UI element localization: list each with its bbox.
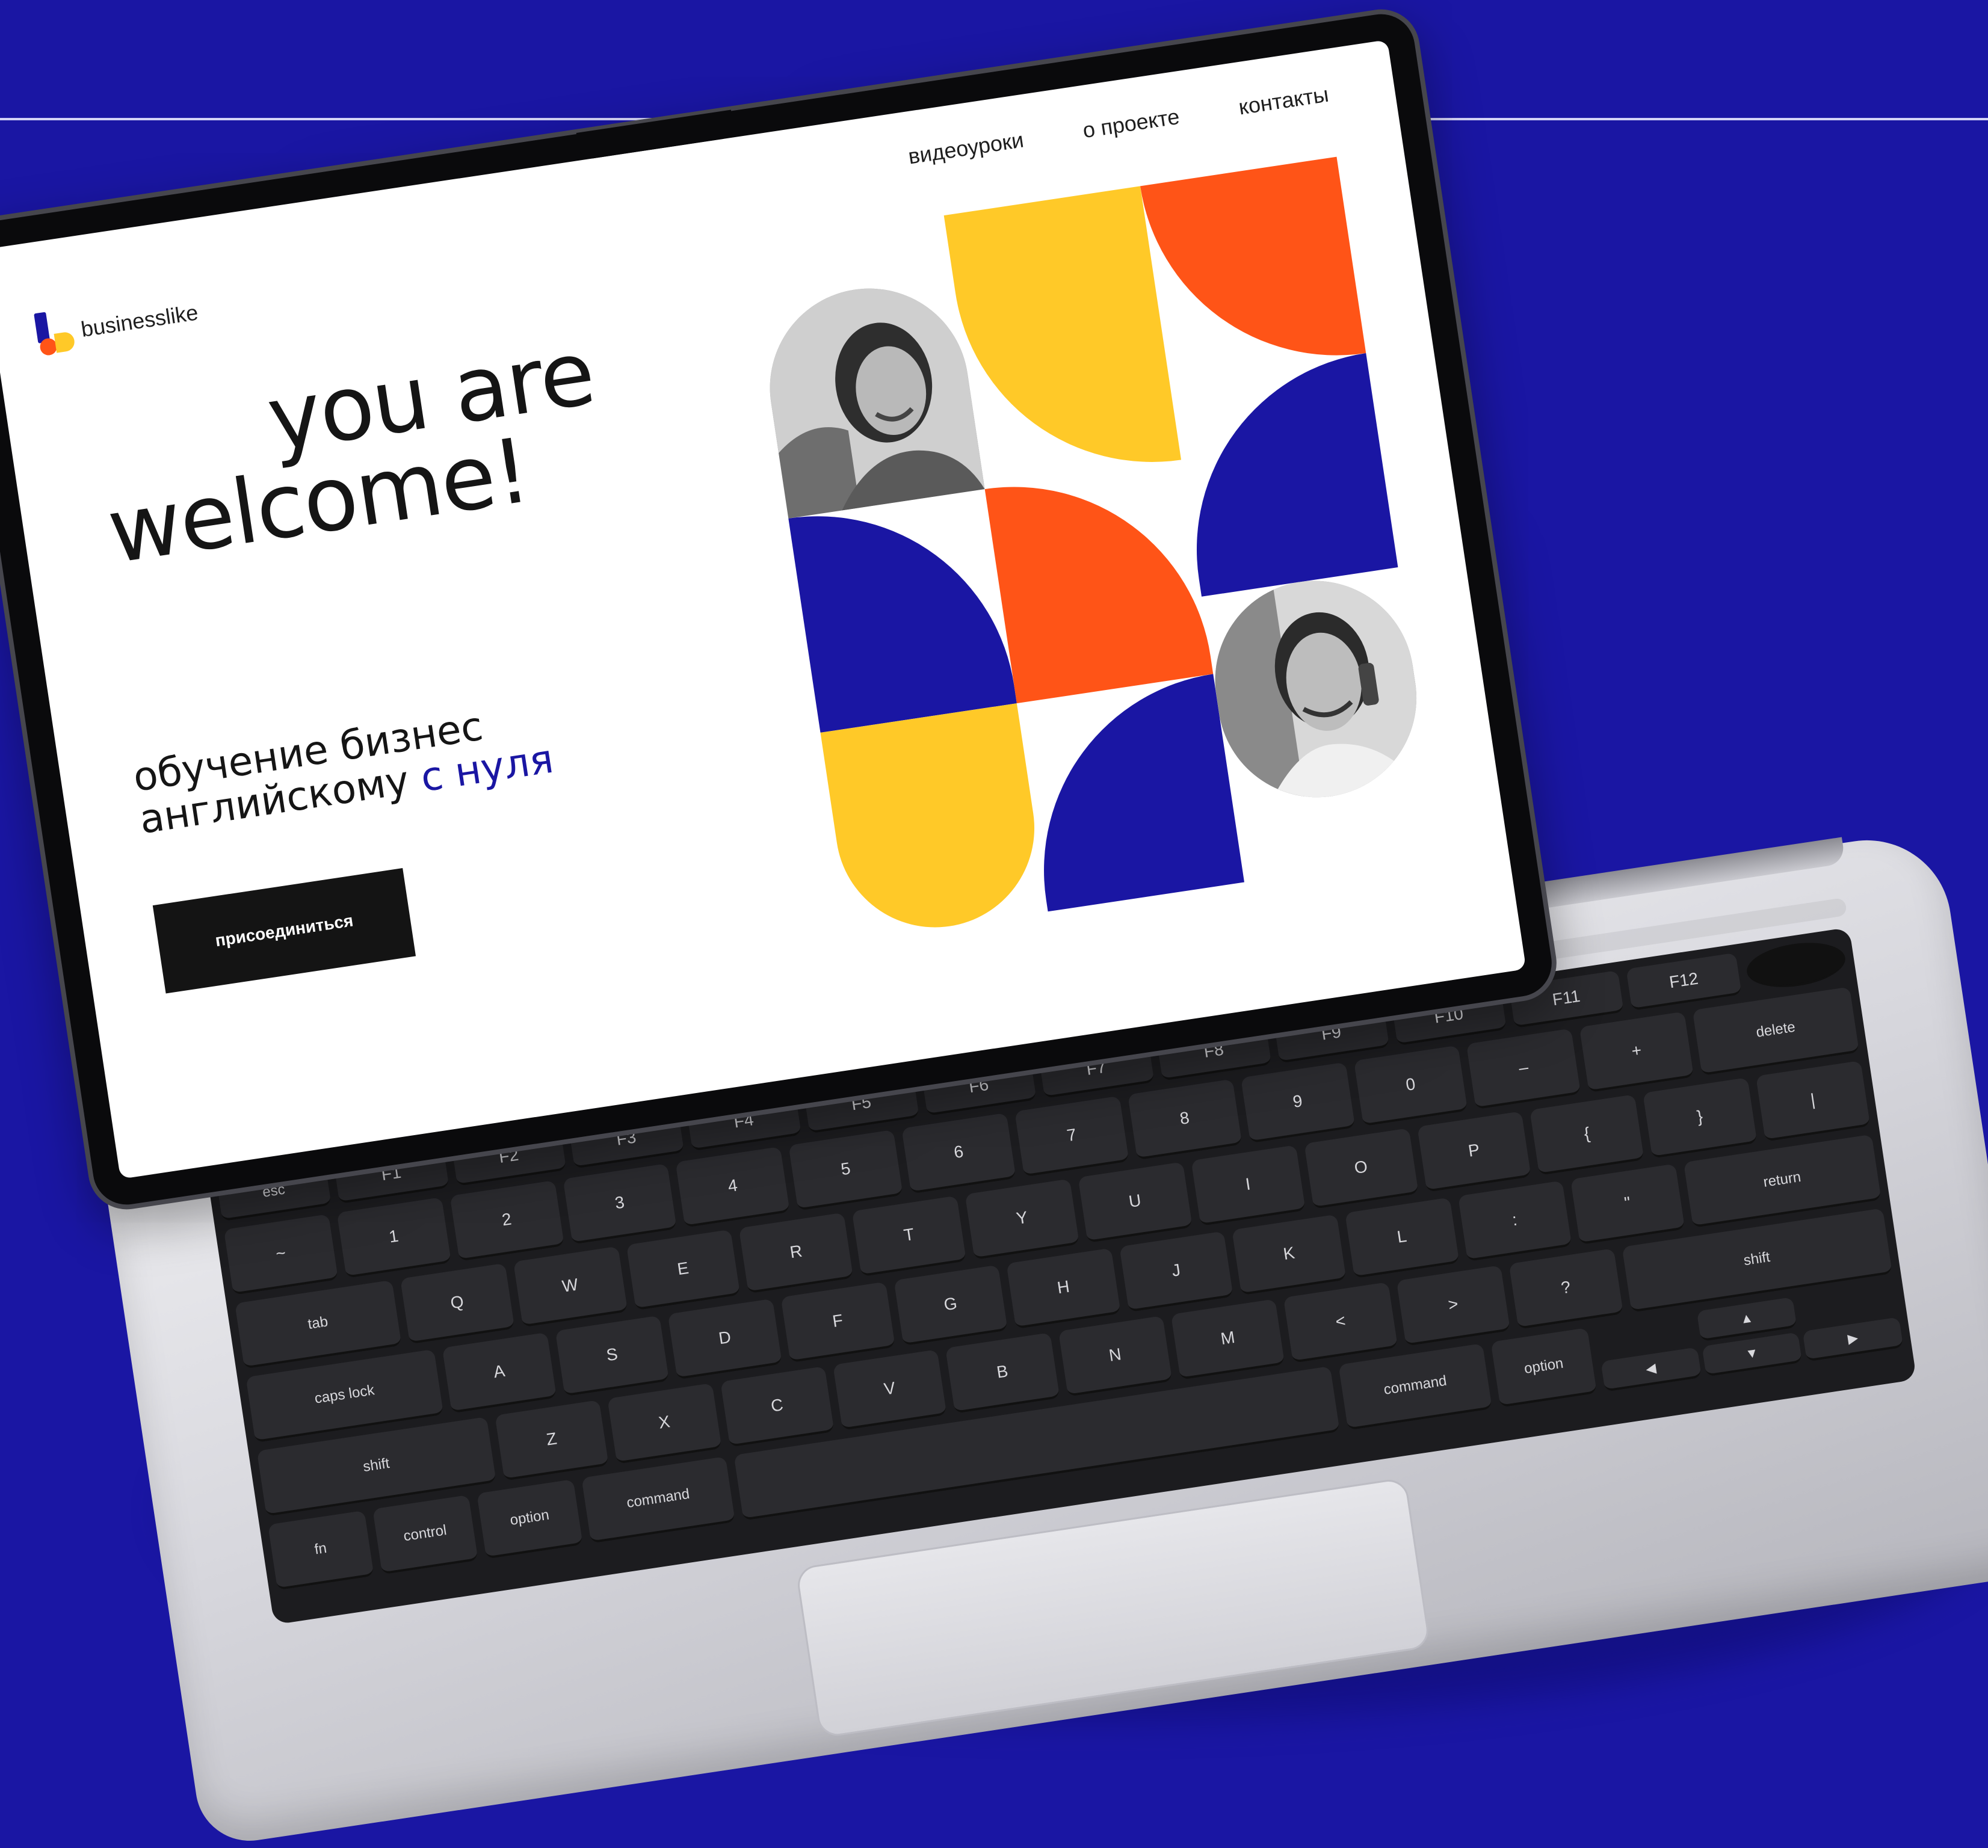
yellow-shape [943,186,1182,490]
key-question[interactable]: ? [1508,1248,1623,1329]
key-w[interactable]: W [513,1246,628,1328]
key-q[interactable]: Q [400,1263,515,1344]
blue-shape-right [1169,353,1398,597]
key-o[interactable]: O [1304,1128,1419,1210]
key-8[interactable]: 8 [1127,1079,1242,1160]
woman-photo [756,275,985,519]
key-6[interactable]: 6 [901,1112,1016,1194]
key-option-right[interactable]: option [1490,1328,1597,1408]
key-4[interactable]: 4 [675,1146,791,1228]
key-less-than[interactable]: < [1283,1282,1398,1363]
key-t[interactable]: T [851,1195,967,1277]
key-tilde[interactable]: ~ [223,1214,338,1295]
key-i[interactable]: I [1191,1145,1306,1227]
key-close-brace[interactable]: } [1643,1077,1758,1159]
key-minus[interactable]: – [1466,1028,1581,1110]
key-a[interactable]: A [442,1332,557,1414]
nav-item-about[interactable]: о проекте [1081,104,1181,143]
woman-photo-image [756,275,985,519]
key-f12[interactable]: F12 [1626,952,1742,1011]
key-0[interactable]: 0 [1353,1045,1468,1127]
key-k[interactable]: K [1232,1214,1347,1296]
key-f[interactable]: F [780,1281,895,1363]
key-l[interactable]: L [1345,1197,1460,1279]
key-1[interactable]: 1 [336,1197,451,1278]
hero-title: you are welcome! [90,321,612,584]
key-5[interactable]: 5 [788,1129,903,1211]
key-plus[interactable]: + [1579,1011,1694,1093]
site-logo[interactable]: businesslike [34,290,201,359]
key-9[interactable]: 9 [1240,1062,1355,1144]
key-p[interactable]: P [1416,1111,1532,1192]
man-photo [1202,567,1430,811]
key-quote[interactable]: " [1570,1163,1685,1245]
key-open-brace[interactable]: { [1530,1094,1644,1175]
laptop-screen: businesslike видеоуроки о проекте контак… [0,40,1526,1179]
yellow-shape-bottom [820,703,1048,941]
blue-shape-bottom [1016,674,1244,912]
key-2[interactable]: 2 [449,1180,564,1261]
man-photo-image [1202,567,1430,811]
key-control[interactable]: control [372,1494,478,1575]
key-command-left[interactable]: command [581,1456,736,1544]
key-m[interactable]: M [1170,1299,1285,1380]
key-delete[interactable]: delete [1692,987,1860,1076]
key-7[interactable]: 7 [1014,1095,1129,1177]
blue-shape-left [788,489,1017,733]
key-y[interactable]: Y [965,1178,1079,1260]
key-s[interactable]: S [555,1315,670,1397]
power-button[interactable] [1744,937,1848,993]
key-u[interactable]: U [1078,1162,1193,1243]
logo-mark-icon [34,309,76,359]
main-nav: видеоуроки о проекте контакты [907,82,1330,170]
key-g[interactable]: G [894,1264,1008,1346]
key-v[interactable]: V [833,1349,947,1431]
key-z[interactable]: Z [495,1400,609,1481]
key-c[interactable]: C [720,1366,835,1447]
nav-item-videolessons[interactable]: видеоуроки [907,127,1025,169]
logo-text: businesslike [79,300,200,342]
key-h[interactable]: H [1006,1248,1121,1329]
orange-shape-center [984,460,1214,704]
key-e[interactable]: E [626,1229,741,1311]
key-command-right[interactable]: command [1338,1343,1493,1431]
join-button[interactable]: присоединиться [152,868,416,994]
hero-mosaic [747,156,1440,941]
key-3[interactable]: 3 [563,1163,678,1245]
hero-subtitle: обучение бизнес английскому с нуля [130,695,556,843]
key-tab[interactable]: tab [235,1280,402,1369]
key-pipe[interactable]: | [1756,1060,1871,1142]
key-r[interactable]: R [739,1212,854,1294]
key-x[interactable]: X [607,1383,722,1464]
key-b[interactable]: B [945,1332,1060,1414]
key-d[interactable]: D [667,1298,782,1380]
key-fn[interactable]: fn [268,1510,374,1591]
nav-item-contacts[interactable]: контакты [1237,82,1330,120]
orange-shape [1140,156,1366,383]
key-colon[interactable]: : [1457,1180,1572,1262]
key-option-left[interactable]: option [477,1479,583,1559]
key-j[interactable]: J [1119,1231,1234,1313]
key-n[interactable]: N [1058,1316,1173,1397]
key-greater-than[interactable]: > [1396,1265,1511,1346]
